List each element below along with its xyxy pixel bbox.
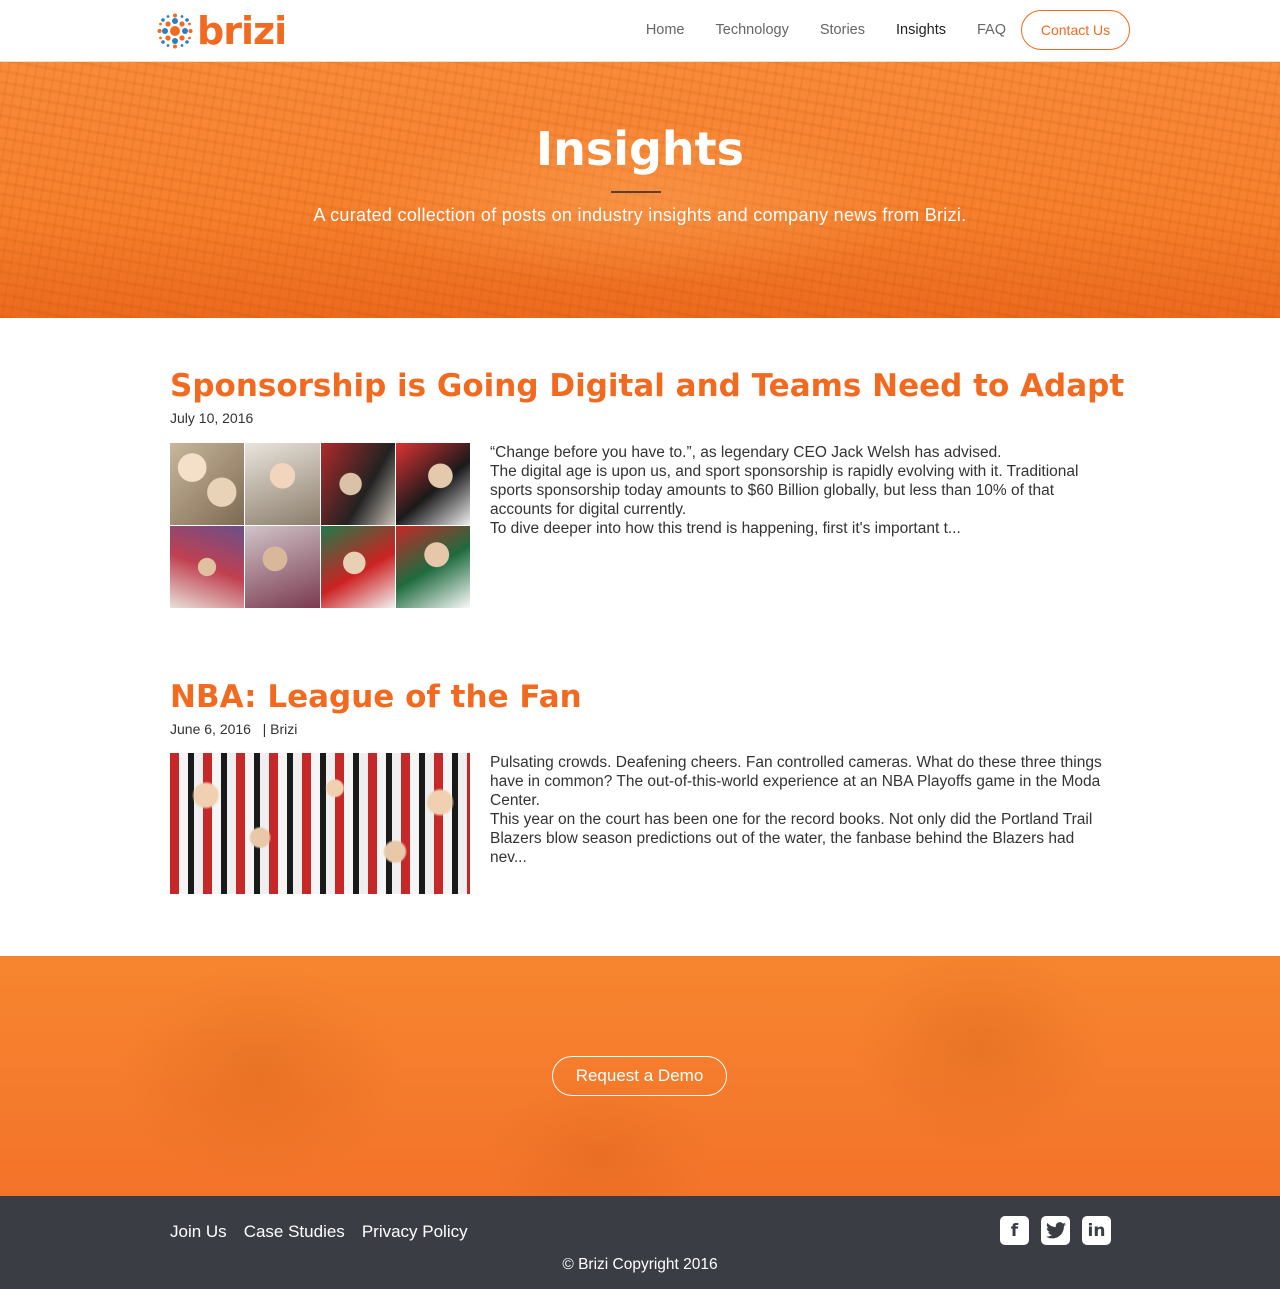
post-excerpt: “Change before you have to.”, as legenda… [490, 443, 1115, 538]
logo-dots-icon [157, 13, 193, 49]
excerpt-paragraph: The digital age is upon us, and sport sp… [490, 463, 1079, 518]
footer-link-join-us[interactable]: Join Us [170, 1222, 227, 1242]
page-title: Insights [535, 122, 745, 176]
brizi-logo[interactable]: brizi [157, 9, 287, 53]
footer-links: Join Us Case Studies Privacy Policy [170, 1222, 485, 1242]
post-image-nba[interactable] [170, 753, 470, 894]
post-image-sponsorship[interactable] [170, 443, 470, 608]
nav-link-insights[interactable]: Insights [896, 22, 946, 38]
footer-link-privacy-policy[interactable]: Privacy Policy [362, 1222, 468, 1242]
post-date: June 6, 2016 [170, 721, 251, 737]
post-title-sponsorship[interactable]: Sponsorship is Going Digital and Teams N… [170, 368, 1124, 404]
post-date: July 10, 2016 [170, 410, 254, 426]
nav-link-technology[interactable]: Technology [716, 22, 789, 38]
hero-banner: Insights A curated collection of posts o… [0, 62, 1280, 318]
nav-link-stories[interactable]: Stories [820, 22, 865, 38]
post-author: | Brizi [262, 721, 298, 737]
site-footer: Join Us Case Studies Privacy Policy f in… [0, 1196, 1280, 1289]
demo-cta-band: Request a Demo [0, 956, 1280, 1196]
copyright-text: © Brizi Copyright 2016 [562, 1256, 718, 1273]
linkedin-icon[interactable]: in [1082, 1216, 1111, 1245]
post-meta: June 6, 2016 | Brizi [170, 721, 297, 737]
nav-menu: Home Technology Stories Insights FAQ Con… [615, 10, 1130, 50]
excerpt-paragraph: To dive deeper into how this trend is ha… [490, 520, 961, 537]
twitter-icon[interactable] [1041, 1216, 1070, 1245]
page-subtitle: A curated collection of posts on industr… [313, 205, 967, 225]
request-demo-button[interactable]: Request a Demo [552, 1056, 727, 1096]
facebook-icon[interactable]: f [1000, 1216, 1029, 1245]
social-links: f in [1000, 1216, 1123, 1245]
excerpt-paragraph: Pulsating crowds. Deafening cheers. Fan … [490, 754, 1102, 809]
nav-link-faq[interactable]: FAQ [977, 22, 1006, 38]
footer-link-case-studies[interactable]: Case Studies [244, 1222, 345, 1242]
title-divider [611, 191, 661, 193]
post-title-nba[interactable]: NBA: League of the Fan [170, 679, 582, 715]
excerpt-paragraph: “Change before you have to.”, as legenda… [490, 444, 1002, 461]
logo-wordmark: brizi [197, 9, 287, 53]
excerpt-paragraph: This year on the court has been one for … [490, 811, 1093, 866]
nav-link-home[interactable]: Home [646, 22, 685, 38]
post-excerpt: Pulsating crowds. Deafening cheers. Fan … [490, 753, 1115, 867]
twitter-bird-icon [1045, 1222, 1066, 1239]
contact-us-button[interactable]: Contact Us [1021, 10, 1130, 50]
top-navbar: brizi Home Technology Stories Insights F… [0, 0, 1280, 62]
